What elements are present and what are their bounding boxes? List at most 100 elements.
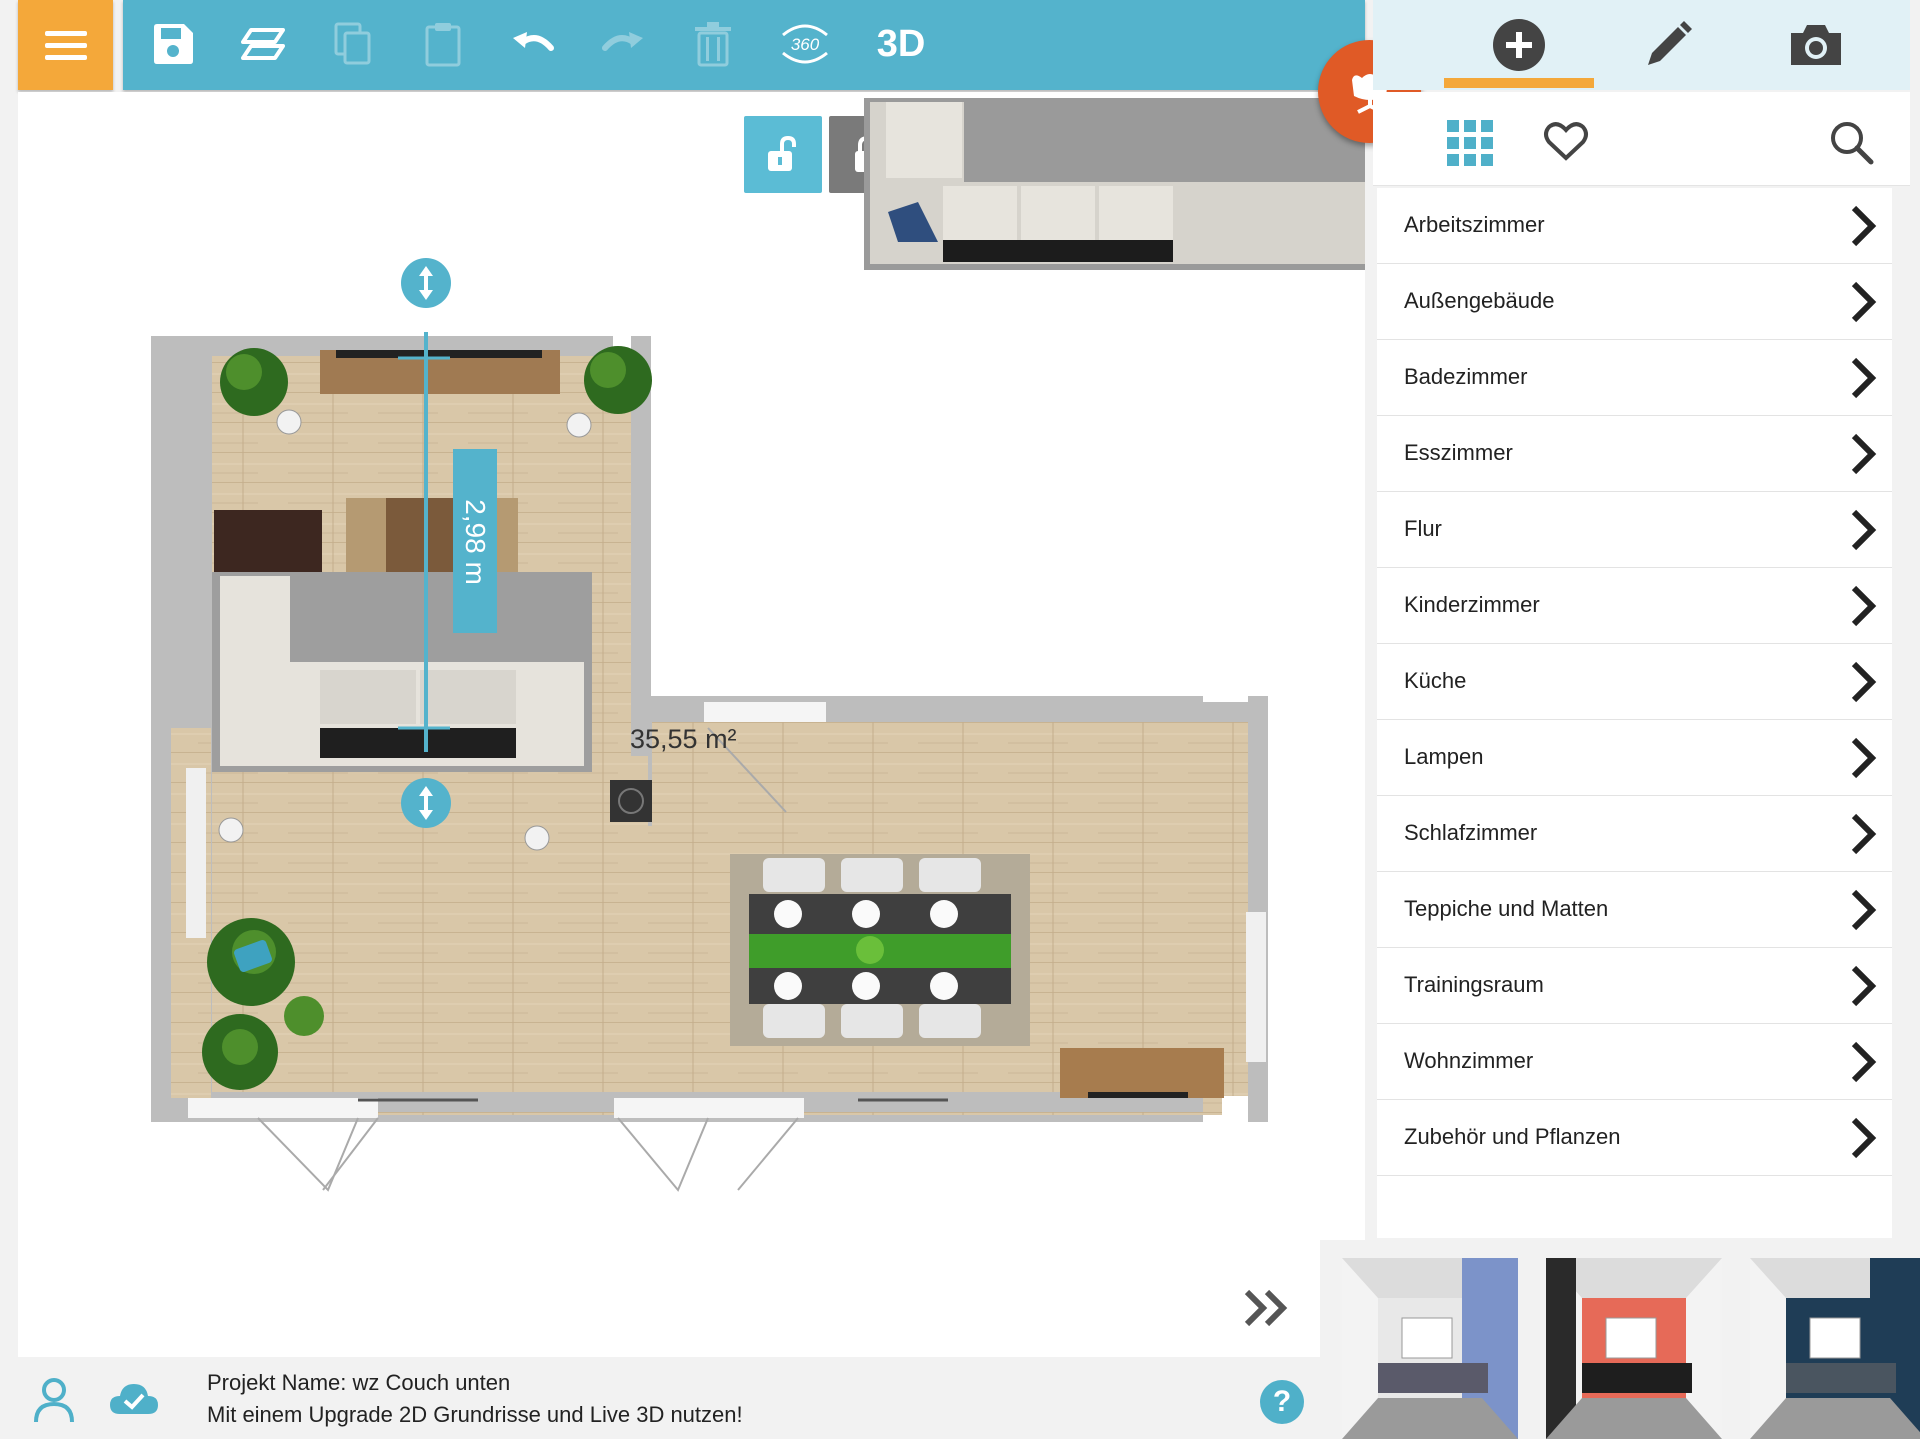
render-thumbnail[interactable]	[1546, 1258, 1722, 1439]
category-item[interactable]: Kinderzimmer	[1377, 568, 1892, 644]
rotate-360-icon: 360	[782, 24, 828, 64]
redo-icon	[602, 32, 643, 51]
double-chevron-right-icon	[1244, 1289, 1288, 1327]
grid-icon	[1447, 120, 1493, 166]
chevron-right-icon	[1851, 433, 1877, 475]
dimension-label: 2,98 m	[460, 499, 491, 585]
plant-bl3	[284, 996, 324, 1036]
category-item[interactable]: Flur	[1377, 492, 1892, 568]
undo-button[interactable]	[505, 16, 561, 72]
render-thumbnail[interactable]	[1750, 1258, 1920, 1439]
redo-button[interactable]	[595, 16, 651, 72]
category-item[interactable]: Esszimmer	[1377, 416, 1892, 492]
chevron-right-icon	[1851, 661, 1877, 703]
save-button[interactable]	[145, 16, 201, 72]
search-button[interactable]	[1829, 120, 1875, 171]
sofa-preview[interactable]	[864, 98, 1365, 270]
cloud-check-icon	[110, 1384, 158, 1414]
user-button[interactable]	[32, 1376, 76, 1429]
chevron-right-icon	[1851, 205, 1877, 247]
heart-icon	[1544, 122, 1588, 161]
category-label: Außengebäude	[1404, 288, 1555, 313]
chevron-right-icon	[1851, 357, 1877, 399]
sideboard	[1060, 1048, 1224, 1098]
chevron-right-icon	[1851, 1117, 1877, 1159]
tab-add[interactable]	[1454, 0, 1584, 90]
category-item[interactable]: Arbeitszimmer	[1377, 188, 1892, 264]
copy-icon	[334, 22, 371, 65]
tab-edit[interactable]	[1603, 0, 1733, 90]
category-label: Trainingsraum	[1404, 972, 1544, 997]
category-label: Badezimmer	[1404, 364, 1528, 389]
layers-icon	[241, 28, 285, 60]
pencil-icon	[1648, 21, 1692, 65]
plus-circle-icon	[1493, 19, 1545, 71]
help-button[interactable]: ?	[1260, 1380, 1304, 1424]
category-item[interactable]: Trainingsraum	[1377, 948, 1892, 1024]
area-label: 35,55 m²	[630, 724, 737, 754]
plant-bl2	[202, 1014, 278, 1090]
category-label: Wohnzimmer	[1404, 1048, 1534, 1073]
panel-header	[1373, 0, 1910, 90]
camera-icon	[1791, 25, 1841, 65]
menu-button[interactable]	[18, 0, 113, 90]
delete-button[interactable]	[685, 16, 741, 72]
search-icon	[1831, 122, 1874, 165]
category-item[interactable]: Schlafzimmer	[1377, 796, 1892, 872]
view-3d-label: 3D	[876, 22, 926, 65]
upgrade-hint[interactable]: Mit einem Upgrade 2D Grundrisse und Live…	[207, 1402, 743, 1428]
expand-panel-button[interactable]	[1243, 1288, 1293, 1333]
catalog-toolbar	[1373, 92, 1910, 186]
category-item[interactable]: Wohnzimmer	[1377, 1024, 1892, 1100]
grid-view-button[interactable]	[1447, 120, 1493, 171]
trash-icon	[695, 22, 731, 67]
category-label: Schlafzimmer	[1404, 820, 1538, 845]
help-icon: ?	[1272, 1385, 1292, 1418]
paste-button[interactable]	[415, 16, 471, 72]
category-label: Kinderzimmer	[1404, 592, 1540, 617]
user-icon	[34, 1378, 74, 1423]
chevron-right-icon	[1851, 737, 1877, 779]
undo-icon	[513, 32, 554, 51]
category-list: Arbeitszimmer Außengebäude Badezimmer Es…	[1377, 188, 1892, 1238]
chevron-right-icon	[1851, 281, 1877, 323]
view-3d-button[interactable]: 3D	[868, 16, 934, 72]
cloud-sync-button[interactable]	[110, 1380, 158, 1421]
chevron-right-icon	[1851, 813, 1877, 855]
chevron-right-icon	[1851, 585, 1877, 627]
view-360-button[interactable]: 360	[773, 16, 837, 72]
render-thumbnail[interactable]	[1342, 1258, 1518, 1439]
chevron-right-icon	[1851, 509, 1877, 551]
favorites-button[interactable]	[1543, 120, 1589, 167]
category-label: Teppiche und Matten	[1404, 896, 1609, 921]
category-label: Küche	[1404, 668, 1467, 693]
category-label: Lampen	[1404, 744, 1484, 769]
project-name: Projekt Name: wz Couch unten	[207, 1370, 511, 1395]
copy-button[interactable]	[325, 16, 381, 72]
main-toolbar: 360 3D	[123, 0, 1365, 90]
floor-plan-drawing: 2,98 m 35,55 m²	[151, 98, 1365, 1192]
category-item[interactable]: Küche	[1377, 644, 1892, 720]
plant-tl	[220, 348, 288, 416]
chevron-right-icon	[1851, 965, 1877, 1007]
category-item[interactable]: Zubehör und Pflanzen	[1377, 1100, 1892, 1176]
category-item[interactable]: Badezimmer	[1377, 340, 1892, 416]
floor-plan-canvas[interactable]: 2,98 m 35,55 m²	[18, 92, 1365, 1357]
save-icon	[154, 24, 193, 64]
active-tab-indicator	[1444, 78, 1594, 88]
render-thumbnails	[1320, 1240, 1920, 1439]
category-item[interactable]: Lampen	[1377, 720, 1892, 796]
category-item[interactable]: Außengebäude	[1377, 264, 1892, 340]
dimension-handle-bottom[interactable]	[401, 778, 451, 828]
shelf	[214, 510, 322, 572]
dimension-handle-top[interactable]	[401, 258, 451, 308]
category-label: Flur	[1404, 516, 1442, 541]
speaker	[610, 780, 652, 822]
category-label: Arbeitszimmer	[1404, 212, 1545, 237]
category-item[interactable]: Teppiche und Matten	[1377, 872, 1892, 948]
tab-camera[interactable]	[1751, 0, 1881, 90]
layers-button[interactable]	[235, 16, 291, 72]
hamburger-icon	[44, 31, 87, 60]
paste-icon	[425, 23, 461, 67]
chevron-right-icon	[1851, 889, 1877, 931]
